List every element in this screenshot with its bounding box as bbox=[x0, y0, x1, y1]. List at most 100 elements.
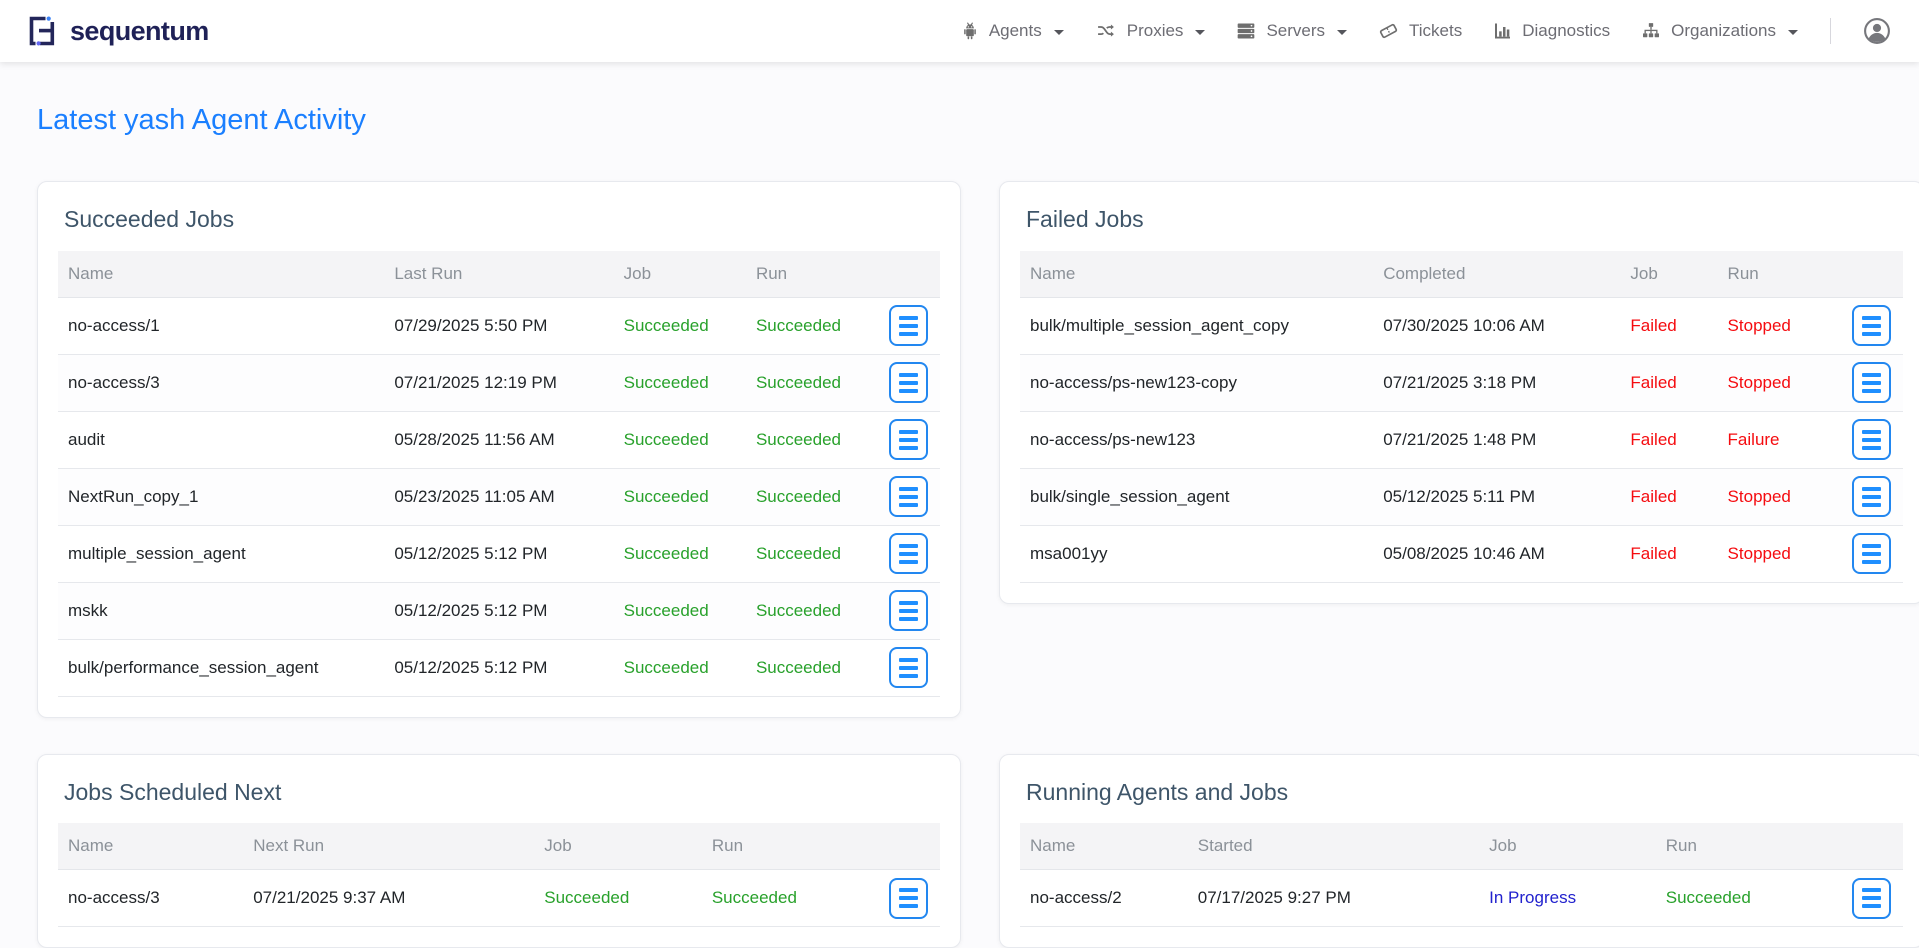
job-name: no-access/1 bbox=[58, 297, 384, 354]
row-menu-button[interactable] bbox=[889, 590, 928, 631]
nav-item-tickets[interactable]: Tickets bbox=[1377, 21, 1462, 41]
nav-menu: Agents Proxies bbox=[960, 17, 1891, 45]
job-status: Succeeded bbox=[614, 639, 746, 696]
card-running-agents-and-jobs: Running Agents and Jobs Name Started Job… bbox=[999, 754, 1919, 948]
table-row: no-access/3 07/21/2025 9:37 AM Succeeded… bbox=[58, 870, 940, 927]
row-menu-button[interactable] bbox=[1852, 878, 1891, 919]
run-status: Succeeded bbox=[746, 297, 861, 354]
job-time: 07/17/2025 9:27 PM bbox=[1188, 870, 1479, 927]
nav-label-organizations: Organizations bbox=[1671, 21, 1776, 41]
run-status: Stopped bbox=[1718, 468, 1824, 525]
table-row: no-access/3 07/21/2025 12:19 PM Succeede… bbox=[58, 354, 940, 411]
row-menu-button[interactable] bbox=[889, 362, 928, 403]
table-row: no-access/ps-new123 07/21/2025 1:48 PM F… bbox=[1020, 411, 1903, 468]
table-header-row: Name Next Run Job Run bbox=[58, 823, 940, 870]
job-name: bulk/multiple_session_agent_copy bbox=[1020, 297, 1373, 354]
column-header-name: Name bbox=[1020, 251, 1373, 298]
job-time: 05/12/2025 5:12 PM bbox=[384, 582, 613, 639]
card-title: Succeeded Jobs bbox=[64, 206, 940, 232]
table-header-row: Name Started Job Run bbox=[1020, 823, 1903, 870]
row-menu-button[interactable] bbox=[1852, 419, 1891, 460]
card-succeeded-jobs: Succeeded Jobs Name Last Run Job Run no-… bbox=[37, 181, 961, 717]
job-status: Succeeded bbox=[614, 582, 746, 639]
cards-grid: Succeeded Jobs Name Last Run Job Run no-… bbox=[37, 181, 1904, 948]
column-header-name: Name bbox=[58, 823, 243, 870]
row-menu-button[interactable] bbox=[889, 533, 928, 574]
row-menu-button[interactable] bbox=[1852, 362, 1891, 403]
run-status: Succeeded bbox=[746, 525, 861, 582]
card-failed-jobs: Failed Jobs Name Completed Job Run bulk/… bbox=[999, 181, 1919, 603]
job-name: bulk/single_session_agent bbox=[1020, 468, 1373, 525]
column-header-name: Name bbox=[58, 251, 384, 298]
job-status: Failed bbox=[1620, 297, 1717, 354]
job-name: NextRun_copy_1 bbox=[58, 468, 384, 525]
column-header-job: Job bbox=[534, 823, 702, 870]
job-time: 05/12/2025 5:12 PM bbox=[384, 525, 613, 582]
table-row: audit 05/28/2025 11:56 AM Succeeded Succ… bbox=[58, 411, 940, 468]
nav-item-diagnostics[interactable]: Diagnostics bbox=[1492, 21, 1610, 41]
job-name: no-access/ps-new123 bbox=[1020, 411, 1373, 468]
column-header-job: Job bbox=[614, 251, 746, 298]
job-status: Succeeded bbox=[614, 297, 746, 354]
main-content: Latest yash Agent Activity Succeeded Job… bbox=[0, 62, 1919, 948]
job-name: bulk/performance_session_agent bbox=[58, 639, 384, 696]
row-menu-button[interactable] bbox=[1852, 533, 1891, 574]
job-name: msa001yy bbox=[1020, 525, 1373, 582]
job-status: In Progress bbox=[1479, 870, 1656, 927]
scheduled-jobs-table: Name Next Run Job Run no-access/3 07/21/… bbox=[58, 823, 940, 927]
user-menu-button[interactable] bbox=[1863, 17, 1891, 45]
bar-chart-icon bbox=[1492, 21, 1513, 41]
run-status: Succeeded bbox=[746, 639, 861, 696]
job-status: Succeeded bbox=[614, 468, 746, 525]
job-status: Failed bbox=[1620, 525, 1717, 582]
top-navbar: sequentum Agents bbox=[0, 0, 1919, 62]
row-menu-button[interactable] bbox=[1852, 476, 1891, 517]
column-header-run: Run bbox=[1656, 823, 1824, 870]
row-menu-button[interactable] bbox=[889, 305, 928, 346]
table-row: multiple_session_agent 05/12/2025 5:12 P… bbox=[58, 525, 940, 582]
column-header-job: Job bbox=[1479, 823, 1656, 870]
column-header-run: Run bbox=[1718, 251, 1824, 298]
nav-item-servers[interactable]: Servers bbox=[1235, 21, 1347, 41]
job-name: no-access/ps-new123-copy bbox=[1020, 354, 1373, 411]
column-header-time: Started bbox=[1188, 823, 1479, 870]
job-status: Succeeded bbox=[614, 525, 746, 582]
table-row: no-access/1 07/29/2025 5:50 PM Succeeded… bbox=[58, 297, 940, 354]
job-time: 07/21/2025 3:18 PM bbox=[1373, 354, 1620, 411]
nav-item-proxies[interactable]: Proxies bbox=[1094, 21, 1206, 41]
column-header-time: Next Run bbox=[243, 823, 534, 870]
user-circle-icon bbox=[1863, 17, 1891, 45]
ticket-icon bbox=[1377, 21, 1400, 41]
table-row: msa001yy 05/08/2025 10:46 AM Failed Stop… bbox=[1020, 525, 1903, 582]
column-header-time: Completed bbox=[1373, 251, 1620, 298]
row-menu-button[interactable] bbox=[889, 878, 928, 919]
job-time: 07/29/2025 5:50 PM bbox=[384, 297, 613, 354]
card-title: Running Agents and Jobs bbox=[1026, 779, 1903, 805]
table-row: bulk/performance_session_agent 05/12/202… bbox=[58, 639, 940, 696]
running-agents-table: Name Started Job Run no-access/2 07/17/2… bbox=[1020, 823, 1903, 927]
job-name: no-access/3 bbox=[58, 354, 384, 411]
job-time: 05/12/2025 5:11 PM bbox=[1373, 468, 1620, 525]
table-header-row: Name Last Run Job Run bbox=[58, 251, 940, 298]
nav-label-proxies: Proxies bbox=[1127, 21, 1184, 41]
row-menu-button[interactable] bbox=[1852, 305, 1891, 346]
run-status: Stopped bbox=[1718, 525, 1824, 582]
job-time: 05/28/2025 11:56 AM bbox=[384, 411, 613, 468]
shuffle-icon bbox=[1094, 21, 1118, 41]
nav-label-tickets: Tickets bbox=[1409, 21, 1462, 41]
job-name: audit bbox=[58, 411, 384, 468]
sitemap-icon bbox=[1640, 21, 1662, 41]
row-menu-button[interactable] bbox=[889, 476, 928, 517]
nav-item-organizations[interactable]: Organizations bbox=[1640, 21, 1798, 41]
row-menu-button[interactable] bbox=[889, 419, 928, 460]
brand-logo[interactable]: sequentum bbox=[24, 13, 209, 49]
column-header-run: Run bbox=[746, 251, 861, 298]
table-row: NextRun_copy_1 05/23/2025 11:05 AM Succe… bbox=[58, 468, 940, 525]
table-row: no-access/2 07/17/2025 9:27 PM In Progre… bbox=[1020, 870, 1903, 927]
row-menu-button[interactable] bbox=[889, 647, 928, 688]
column-header-actions bbox=[1824, 823, 1904, 870]
nav-item-agents[interactable]: Agents bbox=[960, 21, 1064, 42]
run-status: Succeeded bbox=[702, 870, 861, 927]
nav-label-servers: Servers bbox=[1266, 21, 1325, 41]
card-title: Jobs Scheduled Next bbox=[64, 779, 940, 805]
